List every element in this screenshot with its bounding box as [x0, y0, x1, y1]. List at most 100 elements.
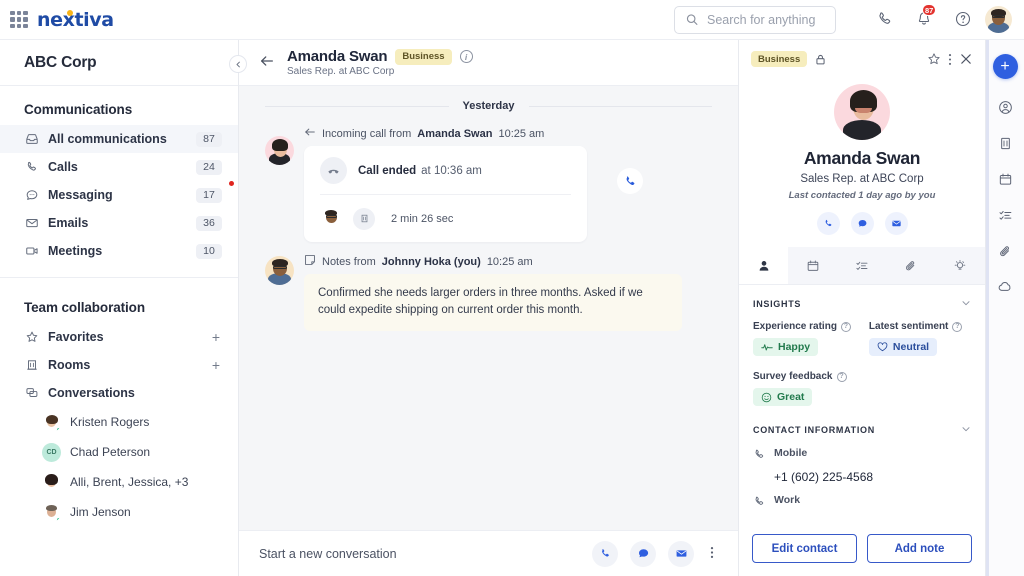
sidebar-item-emails[interactable]: Emails 36 [0, 209, 238, 237]
contact-details-panel: Business [738, 40, 985, 576]
sidebar-item-calls[interactable]: Calls 24 [0, 153, 238, 181]
sidebar-item-favorites[interactable]: Favorites + [0, 323, 238, 351]
mobile-value[interactable]: +1 (602) 225-4568 [774, 470, 971, 484]
apps-grid-icon[interactable] [10, 11, 28, 29]
list-item[interactable]: Alli, Brent, Jessica, +3 [0, 467, 238, 497]
conversation-title-block: Amanda Swan Business i Sales Rep. at ABC… [287, 48, 473, 77]
contact-name: Amanda Swan [287, 48, 387, 65]
note-body[interactable]: Confirmed she needs larger orders in thr… [304, 274, 682, 331]
chevron-down-icon[interactable] [961, 424, 971, 436]
list-item[interactable]: Jim Jenson [0, 497, 238, 527]
mobile-row: Mobile [753, 447, 971, 466]
star-icon[interactable] [927, 52, 941, 66]
chevron-down-icon[interactable] [961, 298, 971, 310]
contact-information-section: CONTACT INFORMATION Mobile +1 (602) 225-… [739, 408, 985, 517]
composer-input[interactable]: Start a new conversation [259, 547, 592, 561]
list-item[interactable]: Kristen Rogers [0, 407, 238, 437]
phone-icon[interactable] [876, 10, 895, 29]
call-message-block: Incoming call from Amanda Swan 10:25 am … [265, 126, 712, 242]
call-message-content: Incoming call from Amanda Swan 10:25 am … [304, 126, 712, 242]
notification-badge: 87 [922, 4, 936, 16]
back-arrow-icon[interactable] [259, 53, 275, 72]
conversation-name: Kristen Rogers [70, 415, 149, 429]
survey-feedback-block: Survey feedback ? Great [753, 371, 971, 408]
collaboration-title: Team collaboration [0, 278, 238, 323]
panel-status-badge: Business [751, 51, 807, 67]
experience-value-text: Happy [778, 341, 810, 353]
calendar-icon[interactable] [998, 172, 1013, 187]
chats-icon [24, 386, 39, 401]
composer-phone-button[interactable] [592, 541, 618, 567]
avatar [834, 84, 890, 140]
sidebar-item-meetings[interactable]: Meetings 10 [0, 237, 238, 265]
person-circle-icon[interactable] [998, 100, 1013, 115]
sidebar-item-conversations[interactable]: Conversations [0, 379, 238, 407]
close-icon[interactable] [959, 52, 973, 66]
tab-attachments[interactable] [887, 247, 936, 284]
building-icon[interactable] [998, 136, 1013, 151]
call-card[interactable]: Call endedat 10:36 am [304, 146, 587, 242]
tab-tasks[interactable] [837, 247, 886, 284]
pulse-icon [761, 342, 773, 352]
phone-icon [753, 448, 766, 466]
panel-more-options-icon[interactable] [948, 52, 952, 67]
tab-person[interactable] [739, 247, 788, 284]
insights-header: INSIGHTS [753, 298, 971, 310]
panel-call-button[interactable] [817, 212, 840, 235]
call-status-text: Call endedat 10:36 am [358, 161, 482, 179]
avatar [42, 473, 61, 492]
envelope-icon [24, 216, 39, 231]
rail-add-button[interactable]: + [993, 54, 1018, 79]
help-icon[interactable]: ? [841, 322, 851, 332]
bell-icon[interactable]: 87 [915, 10, 934, 29]
insights-grid: Experience rating ? Happy Latest sentime… [753, 321, 971, 357]
panel-message-button[interactable] [851, 212, 874, 235]
call-meta-time: 10:25 am [498, 128, 544, 140]
help-icon[interactable]: ? [837, 372, 847, 382]
sentiment-label-text: Latest sentiment [869, 321, 948, 332]
communications-title: Communications [0, 86, 238, 125]
edit-contact-button[interactable]: Edit contact [752, 534, 857, 563]
paperclip-icon[interactable] [998, 244, 1013, 259]
phone-callback-icon[interactable] [617, 168, 643, 194]
call-duration: 2 min 26 sec [391, 213, 453, 225]
tab-insights[interactable] [936, 247, 985, 284]
composer-chat-button[interactable] [630, 541, 656, 567]
help-circle-icon[interactable] [954, 10, 973, 29]
survey-label-text: Survey feedback [753, 371, 833, 382]
help-icon[interactable]: ? [952, 322, 962, 332]
user-avatar[interactable] [985, 6, 1012, 33]
avatar [265, 136, 294, 165]
add-favorite-button[interactable]: + [212, 330, 220, 344]
sidebar-item-count: 24 [196, 160, 222, 175]
composer-email-button[interactable] [668, 541, 694, 567]
note-text: Confirmed she needs larger orders in thr… [318, 285, 668, 320]
latest-sentiment-label: Latest sentiment ? [869, 321, 962, 332]
panel-contact-role: Sales Rep. at ABC Corp [739, 173, 985, 185]
cloud-icon[interactable] [998, 280, 1013, 293]
sidebar-item-rooms[interactable]: Rooms + [0, 351, 238, 379]
list-item[interactable]: CD Chad Peterson [0, 437, 238, 467]
mobile-label: Mobile [774, 447, 807, 459]
search-input[interactable]: Search for anything [674, 6, 836, 34]
sidebar-item-messaging[interactable]: Messaging 17 [0, 181, 238, 209]
presence-online-icon [56, 517, 61, 522]
add-room-button[interactable]: + [212, 358, 220, 372]
info-icon[interactable]: i [460, 50, 473, 63]
tab-calendar[interactable] [788, 247, 837, 284]
latest-sentiment-value: Neutral [869, 338, 937, 356]
sidebar-item-count: 17 [196, 188, 222, 203]
nextiva-logo[interactable]: nextiva [37, 9, 114, 31]
sidebar-item-all-communications[interactable]: All communications 87 [0, 125, 238, 153]
panel-contact-name: Amanda Swan [739, 148, 985, 169]
composer-more-options-icon[interactable] [706, 545, 718, 562]
building-icon [24, 358, 39, 373]
tasks-icon[interactable] [998, 208, 1013, 223]
lock-icon[interactable] [814, 53, 827, 66]
phone-icon [753, 495, 766, 513]
message-thread: Yesterday [239, 86, 738, 530]
top-bar: nextiva Search for anything 87 [0, 0, 1024, 40]
panel-email-button[interactable] [885, 212, 908, 235]
add-note-button[interactable]: Add note [867, 534, 972, 563]
sidebar-collapse-button[interactable] [229, 55, 247, 73]
